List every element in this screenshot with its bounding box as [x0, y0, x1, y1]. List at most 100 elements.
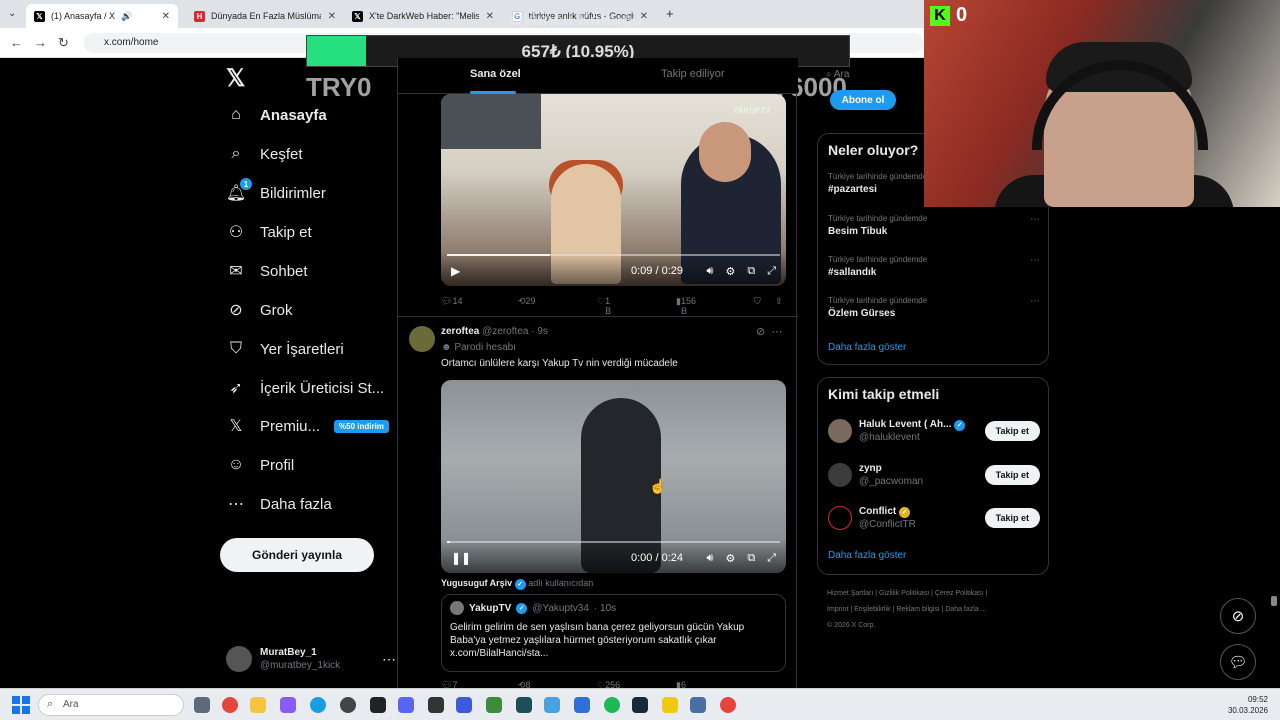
- views-button[interactable]: ▮ 156 B: [676, 296, 696, 316]
- search-input[interactable]: ⌕ Ara: [818, 64, 924, 86]
- attribution-name[interactable]: Yugusuguf Arşiv: [441, 578, 512, 588]
- tweet-author-name[interactable]: zeroftea: [441, 326, 479, 337]
- edge-icon[interactable]: [310, 697, 326, 713]
- follow-suggestion[interactable]: Haluk Levent ( Ah... ✓ @haluklevent Taki…: [828, 415, 1040, 447]
- quote-tweet[interactable]: YakupTV ✓ @Yakuptv34 · 10s Gelirim gelir…: [441, 594, 786, 672]
- app-icon[interactable]: [516, 697, 532, 713]
- app-icon[interactable]: [456, 697, 472, 713]
- bookmark-icon[interactable]: ⛉: [754, 296, 761, 307]
- capcut-icon[interactable]: [428, 697, 444, 713]
- tweet-video-player[interactable]: ☝ ❚❚ 0:00 / 0:24 🔊︎ ⚙ ⧉ ⤢: [441, 380, 786, 573]
- chat-fab-icon[interactable]: 💬︎: [1220, 644, 1256, 680]
- forward-icon[interactable]: →: [34, 35, 47, 50]
- sidebar-item-follow[interactable]: ⚇ Takip et: [226, 217, 312, 247]
- pause-icon[interactable]: ❚❚: [451, 551, 471, 565]
- close-tab-icon[interactable]: ✕: [486, 11, 494, 22]
- close-tab-icon[interactable]: ✕: [162, 11, 170, 22]
- account-switcher[interactable]: MuratBey_1 @muratbey_1kick ⋯: [226, 644, 396, 674]
- scrollbar[interactable]: [1271, 596, 1277, 606]
- post-button[interactable]: Gönderi yayınla: [220, 538, 374, 572]
- sidebar-item-profile[interactable]: ☺ Profil: [226, 450, 294, 480]
- more-icon[interactable]: ⋯: [1030, 296, 1040, 307]
- tweet-time[interactable]: · 9s: [531, 326, 548, 337]
- volume-icon[interactable]: 🔊︎: [707, 265, 714, 278]
- tab-darkweb[interactable]: 𝕏 X'te DarkWeb Haber: "Melis İşi... ✕: [344, 4, 502, 28]
- task-view-icon[interactable]: [194, 697, 210, 713]
- tab-x-home[interactable]: 𝕏 (1) Anasayfa / X 🔊 ✕: [26, 4, 178, 28]
- system-clock[interactable]: 09:52 30.03.2026: [1222, 694, 1268, 716]
- app-icon[interactable]: [574, 697, 590, 713]
- app-icon[interactable]: [662, 697, 678, 713]
- new-tab-icon[interactable]: +: [666, 6, 674, 21]
- sidebar-item-chat[interactable]: ✉ Sohbet: [226, 256, 307, 286]
- follow-button[interactable]: Takip et: [984, 508, 1040, 528]
- tab-following[interactable]: Takip ediliyor: [661, 68, 725, 80]
- back-icon[interactable]: ←: [10, 35, 23, 50]
- subscribe-button[interactable]: Abone ol: [830, 90, 896, 110]
- volume-icon[interactable]: 🔊︎: [707, 552, 714, 565]
- follow-button[interactable]: Takip et: [984, 465, 1040, 485]
- footer-line[interactable]: İmprint | Erişilebilirlik | Reklam bilgi…: [827, 602, 1047, 618]
- spotify-icon[interactable]: [604, 697, 620, 713]
- pip-icon[interactable]: ⧉: [747, 552, 755, 565]
- taskbar-search-input[interactable]: ⌕ Ara: [38, 694, 184, 716]
- discord-icon[interactable]: [398, 697, 414, 713]
- chrome-icon[interactable]: [222, 697, 238, 713]
- more-icon[interactable]: ⋯: [771, 326, 782, 338]
- minecraft-icon[interactable]: [486, 697, 502, 713]
- fullscreen-icon[interactable]: ⤢: [767, 265, 776, 278]
- sidebar-item-grok[interactable]: ⊘ Grok: [226, 295, 292, 325]
- tweet-video-player[interactable]: YAKUPTV ▶ 0:09 / 0:29 🔊︎ ⚙ ⧉ ⤢: [441, 94, 786, 286]
- trend-item[interactable]: Türkiye tarihinde gündemde Besim Tibuk ⋯: [828, 214, 1040, 250]
- settings-icon[interactable]: [690, 697, 706, 713]
- share-icon[interactable]: ⇪: [775, 296, 783, 307]
- audio-icon[interactable]: 🔊: [121, 11, 132, 22]
- tweet-author-handle[interactable]: @zeroftea: [482, 326, 528, 337]
- show-more-link[interactable]: Daha fazla göster: [828, 342, 906, 353]
- settings-icon[interactable]: ⚙: [725, 265, 735, 278]
- more-icon[interactable]: ⋯: [382, 651, 396, 668]
- steam-icon[interactable]: [632, 697, 648, 713]
- sidebar-item-more[interactable]: ⋯ Daha fazla: [226, 489, 332, 519]
- settings-icon[interactable]: ⚙: [725, 552, 735, 565]
- sidebar-item-home[interactable]: ⌂ Anasayfa: [226, 100, 327, 130]
- show-more-link[interactable]: Daha fazla göster: [828, 550, 906, 561]
- like-button[interactable]: ♡ 1 B: [597, 296, 611, 316]
- reload-icon[interactable]: ↻: [58, 35, 69, 51]
- views-button[interactable]: ▮ 6 B: [676, 680, 686, 688]
- reply-button[interactable]: 💬︎ 7: [441, 680, 457, 688]
- repost-button[interactable]: ⟲ 8: [518, 680, 531, 688]
- sidebar-item-bookmarks[interactable]: ⛉ Yer İşaretleri: [226, 334, 344, 364]
- pip-icon[interactable]: ⧉: [747, 265, 755, 278]
- app-icon[interactable]: [370, 697, 386, 713]
- chrome-icon[interactable]: [720, 697, 736, 713]
- grok-icon[interactable]: ⊘: [756, 326, 765, 338]
- grok-fab-icon[interactable]: ⊘: [1220, 598, 1256, 634]
- tab-muslim[interactable]: H Dünyada En Fazla Müslüman H... ✕: [186, 4, 344, 28]
- close-tab-icon[interactable]: ✕: [328, 11, 336, 22]
- play-icon[interactable]: ▶: [451, 264, 460, 278]
- file-explorer-icon[interactable]: [250, 697, 266, 713]
- sidebar-item-notifications[interactable]: 🔔︎ 1 Bildirimler: [226, 178, 326, 208]
- avatar[interactable]: [409, 326, 435, 352]
- copilot-icon[interactable]: [280, 697, 296, 713]
- follow-suggestion[interactable]: Conflict ✓ @ConflictTR Takip et: [828, 502, 1040, 534]
- app-icon[interactable]: [544, 697, 560, 713]
- chatgpt-icon[interactable]: [340, 697, 356, 713]
- x-logo-icon[interactable]: 𝕏: [226, 64, 245, 93]
- trend-item[interactable]: Türkiye tarihinde gündemde #sallandık ⋯: [828, 255, 1040, 291]
- more-icon[interactable]: ⋯: [1030, 214, 1040, 225]
- sidebar-item-creator-studio[interactable]: ➶ İçerik Üreticisi St...: [226, 373, 384, 403]
- fullscreen-icon[interactable]: ⤢: [767, 552, 776, 565]
- footer-line[interactable]: Hizmet Şartları | Gizlilik Politikası | …: [827, 586, 1047, 602]
- trend-item[interactable]: Türkiye tarihinde gündemde Özlem Gürses …: [828, 296, 1040, 332]
- tab-for-you[interactable]: Sana özel: [470, 68, 521, 80]
- windows-start-icon[interactable]: [12, 696, 30, 714]
- tab-list-chevron-icon[interactable]: ⌄: [8, 8, 16, 19]
- repost-button[interactable]: ⟲ 29: [518, 296, 536, 307]
- follow-button[interactable]: Takip et: [984, 421, 1040, 441]
- sidebar-item-explore[interactable]: ⌕ Keşfet: [226, 139, 303, 169]
- follow-suggestion[interactable]: zynp @_pacwoman Takip et: [828, 459, 1040, 491]
- sidebar-item-premium[interactable]: 𝕏 Premiu... %50 indirim: [226, 411, 389, 441]
- more-icon[interactable]: ⋯: [1030, 255, 1040, 266]
